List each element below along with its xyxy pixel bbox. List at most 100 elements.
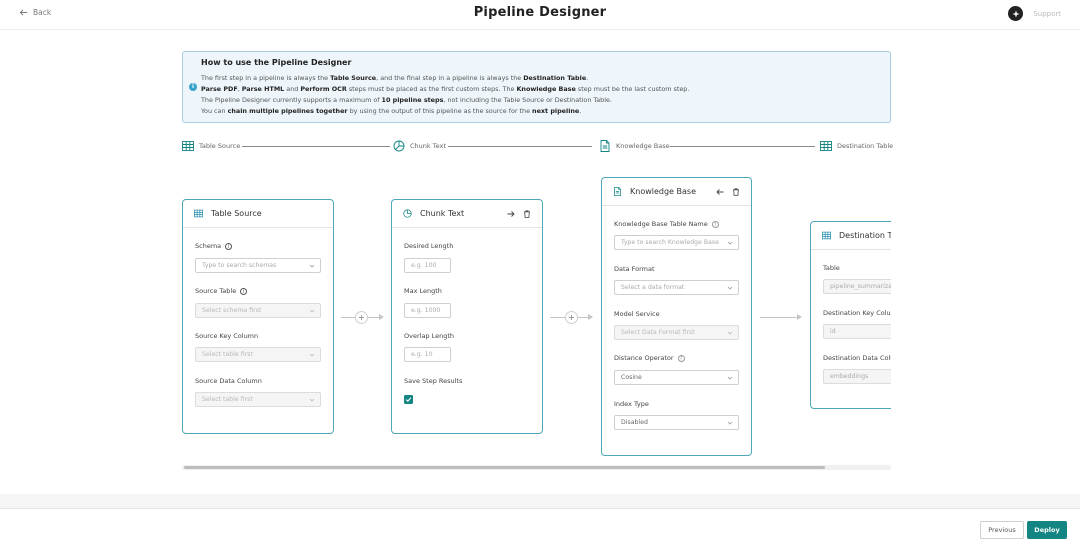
card-title: Table Source xyxy=(211,209,262,218)
footer-bar: Previous Deploy xyxy=(0,510,1080,545)
source-key-column-field: Source Key Column xyxy=(195,332,258,340)
table-source-card: Table Source Schema i Type to search sche… xyxy=(182,199,334,434)
destination-key-column-label: Destination Key Column xyxy=(823,309,891,317)
chevron-down-icon xyxy=(309,309,315,313)
stepper-line xyxy=(670,145,815,147)
knowledge-base-card: Knowledge Base Knowledge Base Table Name… xyxy=(601,177,752,456)
connector-arrowhead xyxy=(379,314,384,320)
info-icon: i xyxy=(189,83,197,91)
max-length-label: Max Length xyxy=(404,287,442,295)
card-header: Knowledge Base xyxy=(602,178,751,206)
desired-length-label: Desired Length xyxy=(404,242,454,250)
source-data-column-label: Source Data Column xyxy=(195,377,262,385)
card-title: Knowledge Base xyxy=(630,187,696,196)
distance-operator-label: Distance Operator xyxy=(614,354,674,362)
schema-field: Schema i xyxy=(195,242,233,250)
pie-chart-icon xyxy=(393,140,405,152)
chevron-down-icon xyxy=(727,286,733,290)
top-header: Back Pipeline Designer Support xyxy=(0,0,1080,30)
add-step-button[interactable] xyxy=(565,311,578,324)
desired-length-input[interactable]: e.g. 100 xyxy=(404,258,451,273)
info-line-3: The Pipeline Designer currently supports… xyxy=(201,96,612,104)
destination-data-column-input[interactable]: embeddings xyxy=(823,369,891,384)
chevron-down-icon xyxy=(727,241,733,245)
help-circle-icon[interactable]: i xyxy=(240,287,248,295)
arrow-left-icon[interactable] xyxy=(716,188,724,196)
model-service-label: Model Service xyxy=(614,310,660,318)
knowledge-base-table-name-label: Knowledge Base Table Name xyxy=(614,220,708,228)
stepper-step-destination-table[interactable]: Destination Table xyxy=(820,140,893,152)
source-key-column-label: Source Key Column xyxy=(195,332,259,340)
info-line-4: You can chain multiple pipelines togethe… xyxy=(201,107,582,115)
card-header: Chunk Text xyxy=(392,200,542,228)
check-icon xyxy=(405,397,412,403)
help-circle-icon[interactable]: ? xyxy=(711,220,719,228)
previous-button[interactable]: Previous xyxy=(980,521,1024,539)
trash-icon[interactable] xyxy=(732,187,740,196)
info-heading: How to use the Pipeline Designer xyxy=(201,58,352,67)
destination-table-input[interactable]: pipeline_summarization xyxy=(823,279,891,294)
footer-separator xyxy=(0,494,1080,509)
save-step-results-label: Save Step Results xyxy=(404,377,463,385)
support-link[interactable]: Support xyxy=(1033,10,1061,18)
info-line-2: Parse PDF, Parse HTML and Perform OCR st… xyxy=(201,85,690,93)
document-icon xyxy=(614,187,621,196)
connector-arrowhead xyxy=(588,314,593,320)
trash-icon[interactable] xyxy=(523,209,531,218)
support-area: Support xyxy=(1008,6,1061,21)
connector-arrowhead xyxy=(797,314,802,320)
source-table-label: Source Table xyxy=(195,287,237,295)
arrow-right-icon[interactable] xyxy=(507,210,515,218)
overlap-length-label: Overlap Length xyxy=(404,332,455,340)
source-key-column-select[interactable]: Select table first xyxy=(195,347,321,362)
chevron-down-icon xyxy=(727,376,733,380)
schema-select[interactable]: Type to search schemas xyxy=(195,258,321,273)
knowledge-base-table-name-select[interactable]: Type to search Knowledge Base xyxy=(614,235,739,250)
stepper-step-knowledge-base[interactable]: Knowledge Base xyxy=(599,140,670,152)
chevron-down-icon xyxy=(727,331,733,335)
info-line-1: The first step in a pipeline is always t… xyxy=(201,74,589,82)
pipeline-stepper: Table Source Chunk Text Knowledge Base D… xyxy=(182,140,893,152)
destination-table-clip: Destination Table Table pipeline_summari… xyxy=(810,218,891,418)
stepper-line xyxy=(448,145,592,147)
deploy-button[interactable]: Deploy xyxy=(1027,521,1067,539)
connector-line xyxy=(760,317,797,318)
stepper-step-table-source[interactable]: Table Source xyxy=(182,140,240,152)
source-table-select[interactable]: Select schema first xyxy=(195,303,321,318)
table-grid-icon xyxy=(194,209,203,218)
table-grid-icon xyxy=(182,141,194,151)
chevron-down-icon xyxy=(309,398,315,402)
overlap-length-input[interactable]: e.g. 10 xyxy=(404,347,451,362)
stepper-step-chunk-text[interactable]: Chunk Text xyxy=(393,140,446,152)
source-data-column-select[interactable]: Select table first xyxy=(195,392,321,407)
distance-operator-select[interactable]: Cosine xyxy=(614,370,739,385)
stepper-line xyxy=(242,145,390,147)
chunk-text-card: Chunk Text Desired Length e.g. 100 Max L… xyxy=(391,199,543,434)
data-format-select[interactable]: Select a data format xyxy=(614,280,739,295)
add-step-button[interactable] xyxy=(355,311,368,324)
plus-icon xyxy=(569,315,574,320)
card-header: Destination Table xyxy=(811,222,891,250)
index-type-select[interactable]: Disabled xyxy=(614,415,739,430)
model-service-select[interactable]: Select Data Format first xyxy=(614,325,739,340)
info-box: i How to use the Pipeline Designer The f… xyxy=(182,51,891,123)
max-length-input[interactable]: e.g. 1000 xyxy=(404,303,451,318)
save-step-results-checkbox[interactable] xyxy=(404,395,413,404)
source-table-field: Source Table i xyxy=(195,287,248,295)
help-circle-icon[interactable]: ? xyxy=(677,354,685,362)
pie-chart-icon xyxy=(403,209,412,218)
sparkle-icon[interactable] xyxy=(1008,6,1024,21)
horizontal-scrollbar-thumb[interactable] xyxy=(184,466,825,469)
document-icon xyxy=(600,140,610,152)
card-title: Destination Table xyxy=(839,231,891,240)
table-label: Table xyxy=(823,264,840,272)
chevron-down-icon xyxy=(309,264,315,268)
chevron-down-icon xyxy=(727,421,733,425)
source-data-column-field: Source Data Column xyxy=(195,377,262,385)
schema-label: Schema xyxy=(195,242,222,250)
table-grid-icon xyxy=(822,231,831,240)
chevron-down-icon xyxy=(309,353,315,357)
table-grid-icon xyxy=(820,141,832,151)
help-circle-icon[interactable]: i xyxy=(225,242,233,250)
destination-key-column-input[interactable]: id xyxy=(823,324,891,339)
